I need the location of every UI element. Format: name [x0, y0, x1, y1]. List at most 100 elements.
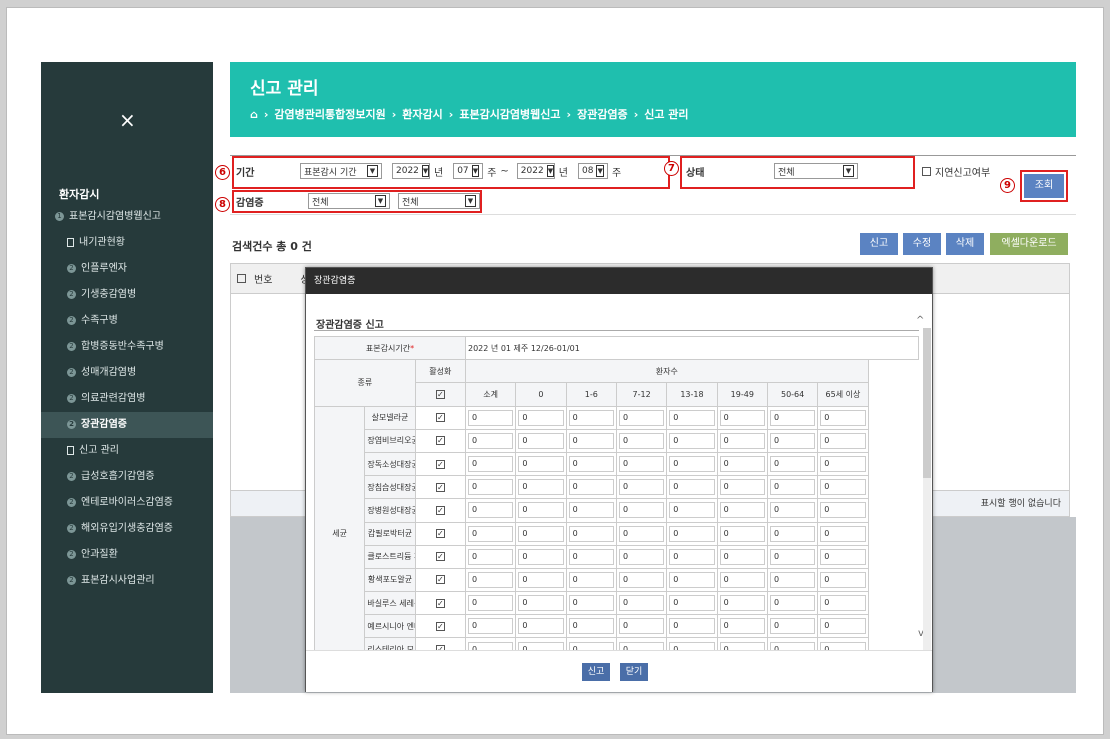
count-input[interactable]: 0 [817, 591, 869, 616]
breadcrumb-item[interactable]: 신고 관리 [644, 106, 688, 122]
count-input[interactable]: 0 [515, 614, 567, 639]
count-input[interactable]: 0 [666, 591, 718, 616]
active-checkbox[interactable]: ✓ [414, 428, 466, 453]
count-input[interactable]: 0 [817, 544, 869, 569]
count-input[interactable]: 0 [666, 521, 718, 546]
count-input[interactable]: 0 [565, 544, 617, 569]
active-checkbox[interactable]: ✓ [414, 451, 466, 477]
count-input[interactable]: 0 [565, 451, 617, 477]
modal-year[interactable]: 2022 [468, 344, 488, 353]
count-input[interactable]: 0 [615, 428, 668, 453]
active-checkbox[interactable]: ✓ [414, 498, 466, 523]
modal-scrollbar[interactable] [923, 328, 931, 688]
count-input[interactable]: 0 [464, 498, 517, 523]
active-checkbox[interactable]: ✓ [414, 405, 466, 430]
count-input[interactable]: 0 [464, 405, 517, 430]
count-input[interactable]: 0 [817, 475, 869, 500]
count-input[interactable]: 0 [515, 544, 567, 569]
sidebar-item[interactable]: 2 수족구병 [41, 308, 213, 334]
sidebar-item[interactable]: 2 합병증동반수족구병 [41, 334, 213, 360]
count-input[interactable]: 0 [716, 521, 768, 546]
count-input[interactable]: 0 [565, 591, 617, 616]
count-input[interactable]: 0 [716, 475, 768, 500]
chevron-up-icon[interactable]: ^ [916, 315, 924, 326]
count-input[interactable]: 0 [565, 405, 617, 430]
count-input[interactable]: 0 [766, 428, 819, 453]
active-checkbox[interactable]: ✓ [414, 521, 466, 546]
modal-close-button[interactable]: 닫기 [620, 663, 648, 681]
count-input[interactable]: 0 [766, 614, 819, 639]
count-input[interactable]: 0 [817, 428, 869, 453]
count-input[interactable]: 0 [817, 567, 869, 593]
count-input[interactable]: 0 [565, 498, 617, 523]
count-input[interactable]: 0 [766, 451, 819, 477]
count-input[interactable]: 0 [515, 475, 567, 500]
count-input[interactable]: 0 [716, 498, 768, 523]
count-input[interactable]: 0 [615, 405, 668, 430]
count-input[interactable]: 0 [515, 498, 567, 523]
modal-week[interactable]: 01 [501, 344, 511, 353]
count-input[interactable]: 0 [565, 428, 617, 453]
breadcrumb-item[interactable]: 표본감시감염병웹신고 [459, 106, 560, 122]
count-input[interactable]: 0 [766, 591, 819, 616]
active-checkbox[interactable]: ✓ [414, 567, 466, 593]
count-input[interactable]: 0 [464, 521, 517, 546]
count-input[interactable]: 0 [515, 451, 567, 477]
active-checkbox[interactable]: ✓ [414, 544, 466, 569]
count-input[interactable]: 0 [666, 567, 718, 593]
count-input[interactable]: 0 [666, 451, 718, 477]
sidebar-item[interactable]: 신고 관리 [41, 438, 213, 464]
count-input[interactable]: 0 [515, 428, 567, 453]
count-input[interactable]: 0 [515, 591, 567, 616]
count-input[interactable]: 0 [716, 544, 768, 569]
count-input[interactable]: 0 [464, 475, 517, 500]
count-input[interactable]: 0 [615, 451, 668, 477]
count-input[interactable]: 0 [817, 498, 869, 523]
sidebar-item[interactable]: 2 표본감시사업관리 [41, 568, 213, 594]
excel-download-button[interactable]: 엑셀다운로드 [990, 233, 1068, 255]
count-input[interactable]: 0 [716, 591, 768, 616]
breadcrumb-item[interactable]: 환자감시 [402, 106, 442, 122]
count-input[interactable]: 0 [565, 567, 617, 593]
breadcrumb-item[interactable]: 장관감염증 [577, 106, 628, 122]
select-all-checkbox[interactable] [237, 274, 246, 283]
active-checkbox[interactable]: ✓ [414, 614, 466, 639]
count-input[interactable]: 0 [716, 405, 768, 430]
count-input[interactable]: 0 [565, 614, 617, 639]
sidebar-item[interactable]: 2 기생충감염병 [41, 282, 213, 308]
count-input[interactable]: 0 [615, 521, 668, 546]
count-input[interactable]: 0 [766, 521, 819, 546]
sidebar-item[interactable]: 2 장관감염증 [41, 412, 213, 438]
count-input[interactable]: 0 [615, 475, 668, 500]
count-input[interactable]: 0 [817, 451, 869, 477]
count-input[interactable]: 0 [666, 475, 718, 500]
count-input[interactable]: 0 [464, 591, 517, 616]
count-input[interactable]: 0 [515, 405, 567, 430]
sidebar-item[interactable]: 2 안과질환 [41, 542, 213, 568]
count-input[interactable]: 0 [666, 405, 718, 430]
delay-checkbox[interactable] [922, 167, 931, 176]
active-checkbox[interactable]: ✓ [414, 591, 466, 616]
count-input[interactable]: 0 [817, 521, 869, 546]
count-input[interactable]: 0 [716, 614, 768, 639]
count-input[interactable]: 0 [766, 475, 819, 500]
sidebar-item[interactable]: 내기관현황 [41, 230, 213, 256]
sidebar-item[interactable]: 2 급성호흡기감염증 [41, 464, 213, 490]
sidebar-item[interactable]: 2 해외유입기생충감염증 [41, 516, 213, 542]
home-icon[interactable]: ⌂ [250, 108, 258, 121]
breadcrumb-item[interactable]: 감염병관리통합정보지원 [274, 106, 385, 122]
active-all-checkbox[interactable]: ✓ [414, 382, 466, 407]
count-input[interactable]: 0 [766, 567, 819, 593]
count-input[interactable]: 0 [464, 614, 517, 639]
count-input[interactable]: 0 [666, 544, 718, 569]
sidebar-item[interactable]: 2 인플루엔자 [41, 256, 213, 282]
count-input[interactable]: 0 [464, 451, 517, 477]
modal-report-button[interactable]: 신고 [582, 663, 610, 681]
count-input[interactable]: 0 [615, 567, 668, 593]
count-input[interactable]: 0 [565, 475, 617, 500]
count-input[interactable]: 0 [766, 544, 819, 569]
count-input[interactable]: 0 [666, 498, 718, 523]
count-input[interactable]: 0 [817, 405, 869, 430]
sidebar-item[interactable]: 2 의료관련감염병 [41, 386, 213, 412]
count-input[interactable]: 0 [666, 428, 718, 453]
